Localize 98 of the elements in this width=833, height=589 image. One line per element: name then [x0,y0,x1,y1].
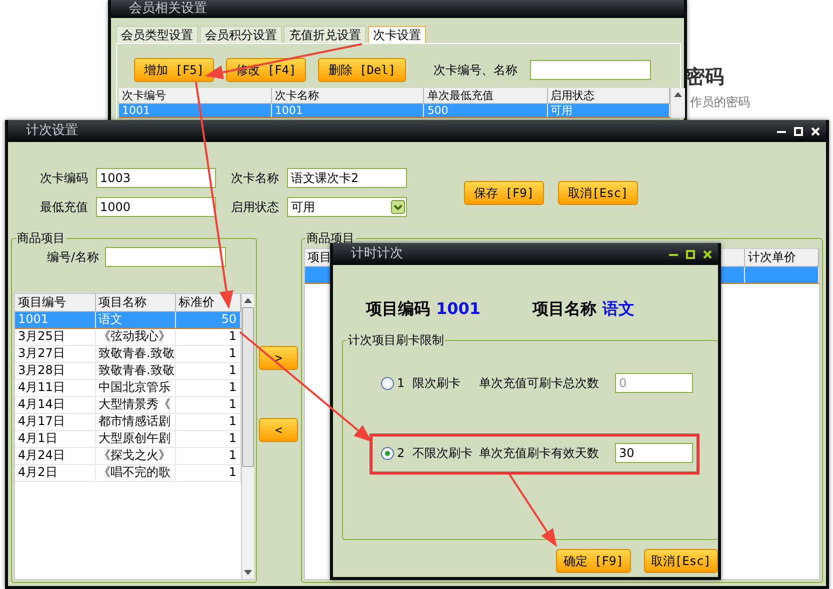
table-cell: 500 [424,103,548,118]
table-row[interactable]: 4月1日 大型原创午剧 1 [15,430,240,447]
tab[interactable]: 会员积分设置 [200,26,282,44]
table-cell: 1001 [271,103,424,118]
remove-item-button[interactable]: < [259,418,298,442]
column-header[interactable]: 次卡名称 [271,88,424,104]
toolbar-button[interactable]: 增加 [F5] [134,58,214,82]
scroll-down-icon[interactable] [244,570,252,575]
status-dropdown[interactable]: 可用 [287,197,407,217]
column-header[interactable]: 计次单价 [744,249,818,266]
table-cell: 《唱不完的歌 [95,464,175,481]
confirm-button[interactable]: 确定 [F9] [556,549,631,574]
table-cell: 《探戈之火》 [95,447,175,464]
field-label: 次卡编码 [40,170,88,186]
caret-icon [391,200,405,214]
table-cell: 4月14日 [15,396,95,413]
table-cell: 1 [175,464,240,481]
add-item-button[interactable]: > [259,346,298,370]
column-header[interactable]: 项目编号 [15,294,95,311]
table-row[interactable]: 3月25日 《弦动我心》 1 [15,328,240,345]
input-field[interactable]: 30 [615,443,693,464]
table-cell: 4月1日 [15,430,95,447]
column-header[interactable]: 启用状态 [547,88,670,104]
tab[interactable]: 次卡设置 [368,26,426,44]
table-cell: 1001 [15,311,95,328]
search-field[interactable] [105,247,226,267]
field-label: 编号/名称 [47,250,100,264]
window-title: 会员相关设置 [128,1,207,17]
table-row[interactable]: 4月17日 都市情感话剧 1 [15,413,240,430]
field-label: 启用状态 [231,200,279,214]
delete-button[interactable]: 删除 [Del] [318,58,406,82]
field-label: 单次充值可刷卡总次数 [479,376,600,390]
table-row[interactable]: 4月2日 《唱不完的歌 1 [15,464,240,481]
field-label: 最低充值 [40,200,88,214]
panel-title: 商品项目 [16,231,66,245]
name-value: 语文 [602,299,635,318]
panel-title: 商品项目 [306,231,356,245]
table-cell: 大型原创午剧 [95,430,175,447]
table-cell: 1 [175,379,240,396]
table-cell: 50 [175,311,240,328]
tab[interactable]: 充值折兑设置 [284,26,366,44]
table-cell: 1 [175,328,240,345]
search-label: 次卡编号、名称 [434,63,518,78]
code-value: 1001 [436,299,481,318]
name-label: 项目名称 [532,299,597,318]
table-cell: 致敬青春.致敬 [95,345,175,362]
table-cell: 4月24日 [15,447,95,464]
cancel-button[interactable]: 取消[Esc] [558,181,638,205]
table-cell: 1 [175,345,240,362]
column-header[interactable]: 单次最低充值 [424,88,548,104]
input-field[interactable]: 1000 [96,197,216,217]
table-cell: 1001 [119,103,272,118]
cancel-button[interactable]: 取消[Esc] [644,549,718,574]
table-row[interactable]: 3月27日 致敬青春.致敬 1 [15,345,240,362]
table-cell: 3月25日 [15,328,95,345]
table-row[interactable]: 3月28日 致敬青春.致敬 1 [15,362,240,379]
table-cell: 都市情感话剧 [95,413,175,430]
table-cell: 4月2日 [15,464,95,481]
table-cell: 1 [175,362,240,379]
close-icon[interactable] [703,250,712,258]
scroll-up-icon[interactable] [674,92,682,98]
window-title: 计次设置 [25,123,78,139]
maximize-icon[interactable] [686,250,695,258]
table-cell: 4月11日 [15,379,95,396]
table-cell: 可用 [547,103,670,118]
table-row[interactable]: 4月11日 中国北京管乐 1 [15,379,240,396]
table-cell: 1 [175,396,240,413]
table-cell: 《弦动我心》 [95,328,175,345]
column-header[interactable]: 项目名称 [95,294,175,311]
field-label: 次卡名称 [231,170,279,186]
scroll-up-icon[interactable] [244,298,252,303]
group-title: 计次项目刷卡限制 [347,333,445,348]
table-cell: 1 [175,413,240,430]
input-field[interactable]: 语文课次卡2 [287,168,407,188]
table-cell: 1 [175,447,240,464]
table-cell: 语文 [95,311,175,328]
radio-option[interactable]: 2 不限次刷卡 [381,446,479,460]
code-label: 项目编码 [366,299,430,318]
save-button[interactable]: 保存 [F9] [464,181,544,205]
scroll-thumb[interactable] [242,307,254,467]
page-heading: 密码 [686,66,724,89]
tab[interactable]: 会员类型设置 [116,26,198,44]
table-cell: 大型情景秀《 [95,396,175,413]
table-cell: 致敬青春.致敬 [95,362,175,379]
table-row[interactable]: 4月14日 大型情景秀《 1 [15,396,240,413]
page-subtitle: 作员的密码 [690,95,750,110]
input-field[interactable]: 1003 [96,168,216,188]
table-row[interactable]: 4月24日 《探戈之火》 1 [15,447,240,464]
table-cell: 4月17日 [15,413,95,430]
table-cell: 3月27日 [15,345,95,362]
table-cell: 1 [175,430,240,447]
column-header[interactable]: 次卡编号 [119,88,272,104]
dialog-title: 计时计次 [350,246,403,262]
column-header[interactable]: 标准价 [175,294,240,311]
table-cell: 中国北京管乐 [95,379,175,396]
field-label: 单次充值刷卡有效天数 [479,446,600,460]
table-cell: 3月28日 [15,362,95,379]
search-field[interactable] [530,60,651,80]
